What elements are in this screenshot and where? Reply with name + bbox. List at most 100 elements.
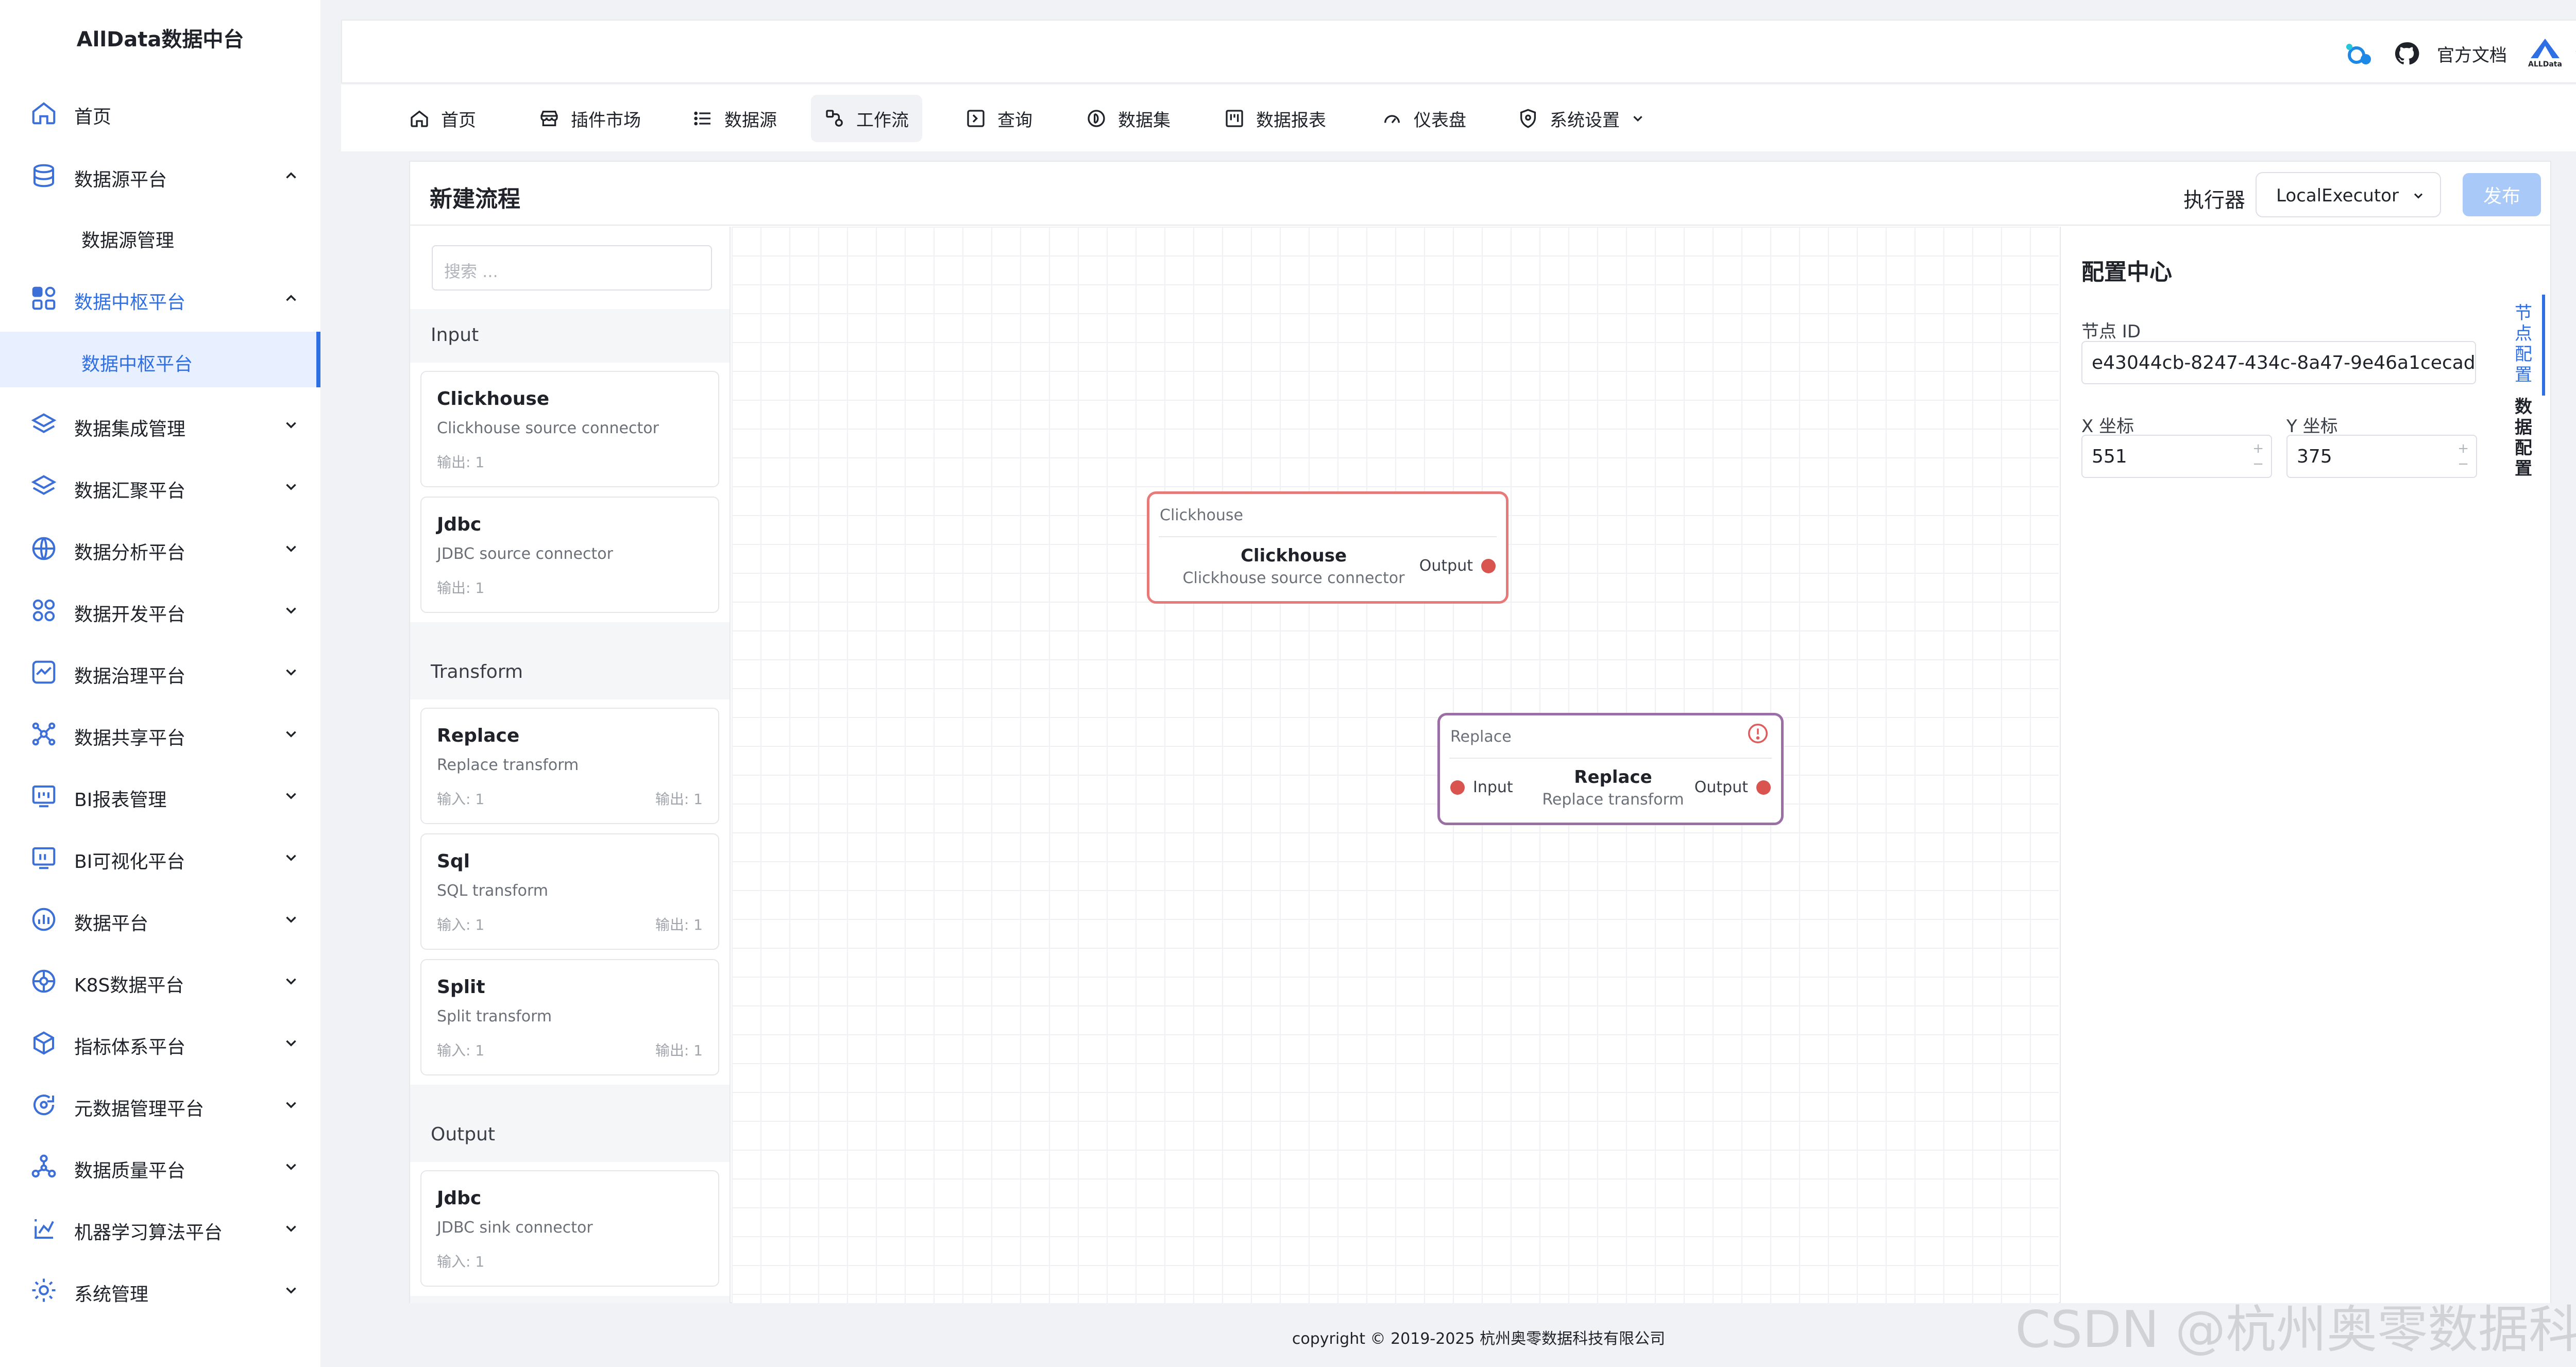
component-search-wrap: 搜索 ... bbox=[410, 227, 730, 309]
component-card[interactable]: Clickhouse Clickhouse source connector 输出:… bbox=[420, 371, 719, 487]
sidebar-item-metrics-system[interactable]: 指标体系平台 bbox=[0, 1015, 320, 1071]
chat-bot-icon[interactable] bbox=[2343, 40, 2376, 67]
nav-workflow[interactable]: 工作流 bbox=[811, 95, 922, 142]
canvas-node-replace[interactable]: Replace Input Replace Replace transform … bbox=[1437, 713, 1784, 825]
sidebar-item-data-analysis[interactable]: 数据分析平台 bbox=[0, 520, 320, 577]
node-output-port[interactable]: Output bbox=[1419, 557, 1496, 575]
nav-system-settings[interactable]: 系统设置 bbox=[1504, 95, 1659, 142]
sidebar-item-data-development[interactable]: 数据开发平台 bbox=[0, 582, 320, 639]
executor-label: 执行器 bbox=[2183, 189, 2245, 212]
chevron-down-icon bbox=[286, 669, 296, 676]
chevron-down-icon bbox=[286, 855, 296, 861]
sidebar-item-bi-visual[interactable]: BI可视化平台 bbox=[0, 829, 320, 886]
sidebar-item-data-governance[interactable]: 数据治理平台 bbox=[0, 644, 320, 700]
nav-data-report[interactable]: 数据报表 bbox=[1211, 95, 1340, 142]
y-coord-stepper[interactable]: + − bbox=[2458, 441, 2469, 472]
node-output-port[interactable]: Output bbox=[1694, 778, 1771, 796]
chevron-down-icon bbox=[286, 731, 296, 738]
nav-label: 仪表盘 bbox=[1414, 110, 1466, 131]
publish-button[interactable]: 发布 bbox=[2463, 173, 2541, 216]
sidebar-item-datasource-platform[interactable]: 数据源平台 bbox=[0, 147, 320, 204]
node-id-label: 节点 ID bbox=[2081, 321, 2141, 342]
cube-icon bbox=[33, 1031, 55, 1055]
sidebar-item-data-sharing[interactable]: 数据共享平台 bbox=[0, 706, 320, 762]
nodes-icon bbox=[31, 1154, 56, 1178]
nav-label: 工作流 bbox=[856, 110, 909, 131]
nav-dashboard[interactable]: 仪表盘 bbox=[1368, 95, 1480, 142]
node-id-value: e43044cb-8247-434c-8a47-9e46a1cecad1 bbox=[2092, 352, 2476, 373]
nav-query[interactable]: 查询 bbox=[952, 95, 1046, 142]
component-output-count: 输出: 1 bbox=[437, 579, 485, 596]
docs-link[interactable]: 官方文档 bbox=[2437, 41, 2507, 66]
component-palette: 搜索 ... Input Clickhouse Clickhouse source … bbox=[410, 227, 731, 1303]
sidebar-item-label: 数据质量平台 bbox=[74, 1160, 186, 1182]
chevron-down-icon bbox=[286, 607, 296, 614]
tab-node-config[interactable]: 节点配置 bbox=[2508, 295, 2545, 396]
sidebar-item-metadata-management[interactable]: 元数据管理平台 bbox=[0, 1076, 320, 1133]
node-id-input[interactable]: e43044cb-8247-434c-8a47-9e46a1cecad1 bbox=[2081, 341, 2476, 384]
bar-circle-icon bbox=[32, 908, 56, 931]
config-title: 配置中心 bbox=[2081, 259, 2172, 285]
sidebar-item-system-management[interactable]: 系统管理 bbox=[0, 1262, 320, 1319]
github-icon[interactable] bbox=[2394, 41, 2419, 66]
sidebar-item-data-integration[interactable]: 数据集成管理 bbox=[0, 397, 320, 453]
sidebar-item-ml-platform[interactable]: 机器学习算法平台 bbox=[0, 1200, 320, 1257]
sidebar-item-home[interactable]: 首页 bbox=[0, 84, 320, 141]
chevron-down-icon bbox=[286, 422, 296, 429]
nav-datasource[interactable]: 数据源 bbox=[679, 95, 790, 142]
chevron-down-icon bbox=[286, 978, 296, 985]
x-coord-stepper[interactable]: + − bbox=[2252, 441, 2264, 472]
executor-select[interactable]: LocalExecutor bbox=[2256, 172, 2441, 217]
component-card[interactable]: Replace Replace transform 输入: 1 输出: 1 bbox=[420, 708, 719, 824]
user-menu[interactable]: ALLData bbox=[2524, 37, 2576, 71]
sidebar-item-label: BI报表管理 bbox=[74, 790, 167, 811]
sidebar-item-data-hub[interactable]: 数据中枢平台 bbox=[0, 270, 320, 327]
sidebar-item-data-aggregation[interactable]: 数据汇聚平台 bbox=[0, 458, 320, 515]
component-search-input[interactable]: 搜索 ... bbox=[432, 245, 712, 291]
sidebar-item-data-quality[interactable]: 数据质量平台 bbox=[0, 1138, 320, 1195]
nav-plugin-market[interactable]: 插件市场 bbox=[526, 95, 654, 142]
grid-apps-icon bbox=[32, 286, 56, 310]
component-card[interactable]: Jdbc JDBC source connector 输出: 1 bbox=[420, 497, 719, 613]
x-coord-input[interactable]: 551 + − bbox=[2081, 435, 2272, 478]
brand-logo: ALLData bbox=[2524, 37, 2566, 71]
sidebar-item-label: 数据共享平台 bbox=[74, 728, 186, 749]
y-coord-input[interactable]: 375 + − bbox=[2286, 435, 2477, 478]
sidebar-item-label: 数据开发平台 bbox=[74, 604, 186, 625]
chevron-down-icon bbox=[286, 1287, 296, 1294]
y-coord-label: Y 坐标 bbox=[2286, 416, 2338, 437]
workflow-canvas[interactable]: Clickhouse Clickhouse Clickhouse source … bbox=[732, 227, 2059, 1303]
terminal-icon bbox=[967, 110, 985, 127]
layers-icon bbox=[31, 413, 57, 433]
nav-dataset[interactable]: 数据集 bbox=[1073, 95, 1184, 142]
sidebar-item-k8s-platform[interactable]: K8S数据平台 bbox=[0, 953, 320, 1010]
output-port-dot[interactable] bbox=[1756, 780, 1771, 795]
component-card[interactable]: Split Split transform 输入: 1 输出: 1 bbox=[420, 959, 719, 1075]
app-title: AllData数据中台 bbox=[76, 28, 244, 52]
sidebar-item-label: K8S数据平台 bbox=[74, 975, 184, 996]
component-card[interactable]: Jdbc JDBC sink connector 输入: 1 bbox=[420, 1170, 719, 1287]
sidebar-item-bi-report[interactable]: BI报表管理 bbox=[0, 767, 320, 824]
component-card[interactable]: Sql SQL transform 输入: 1 输出: 1 bbox=[420, 833, 719, 950]
component-name: Sql bbox=[437, 851, 470, 872]
sidebar-subitem-datasource-manage[interactable]: 数据源管理 bbox=[0, 208, 320, 264]
component-input-count: 输入: 1 bbox=[437, 1042, 485, 1059]
canvas-node-clickhouse[interactable]: Clickhouse Clickhouse Clickhouse source … bbox=[1147, 491, 1509, 604]
sidebar-item-data-platform[interactable]: 数据平台 bbox=[0, 891, 320, 948]
top-nav: 首页 插件市场 数据源 工作流 查询 数据集 数据报表 仪表盘 系统设置 bbox=[341, 84, 2576, 151]
report-icon bbox=[1226, 110, 1243, 127]
component-input-count: 输入: 1 bbox=[437, 916, 485, 933]
database-icon bbox=[33, 164, 55, 187]
sidebar-item-label: 指标体系平台 bbox=[74, 1037, 186, 1058]
nav-home[interactable]: 首页 bbox=[396, 95, 489, 142]
node-body: Replace Replace transform bbox=[1440, 715, 1786, 824]
app-root: AllData数据中台 首页 数据源平台 数据源管理 数据中枢平台 数据中枢平台… bbox=[0, 0, 2576, 1367]
settings-shield-icon bbox=[1520, 109, 1536, 128]
tab-data-config[interactable]: 数据配置 bbox=[2508, 397, 2539, 479]
node-body: Clickhouse Clickhouse source connector bbox=[1149, 494, 1438, 602]
output-port-dot[interactable] bbox=[1481, 558, 1496, 573]
x-coord-value: 551 bbox=[2092, 446, 2127, 467]
nav-label: 查询 bbox=[997, 110, 1032, 131]
component-output-count: 输出: 1 bbox=[437, 454, 485, 471]
sidebar-subitem-data-hub[interactable]: 数据中枢平台 bbox=[0, 332, 320, 387]
